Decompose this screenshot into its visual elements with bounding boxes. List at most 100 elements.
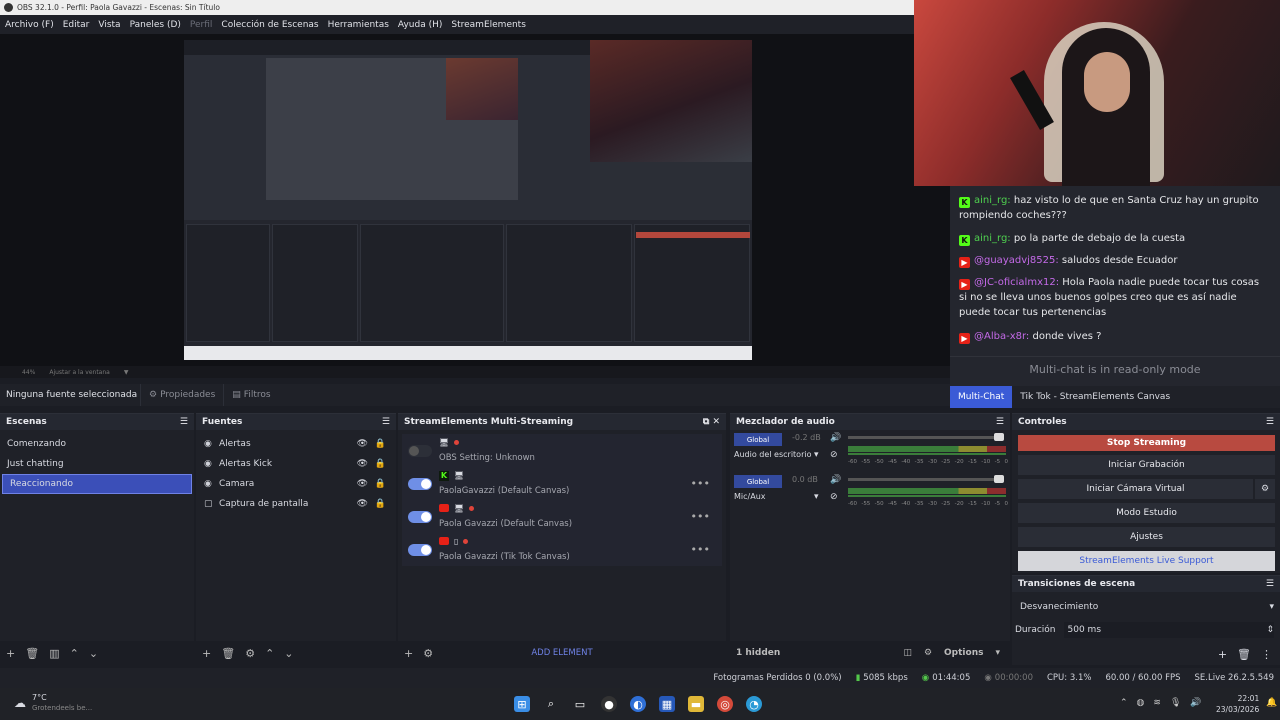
source-item[interactable]: ▢ Captura de pantalla 👁 🔒 bbox=[196, 494, 396, 514]
menu-perfil[interactable]: Perfil bbox=[190, 20, 213, 30]
volume-slider[interactable] bbox=[848, 433, 1004, 441]
chevron-down-icon[interactable]: ▾ bbox=[995, 648, 1000, 658]
add-icon[interactable]: + bbox=[1218, 648, 1227, 661]
task-view-icon[interactable]: ▭ bbox=[572, 696, 588, 712]
volume-icon[interactable]: 🔊 bbox=[1190, 698, 1201, 708]
options-button[interactable]: Options bbox=[944, 648, 983, 658]
chevron-down-icon[interactable]: ▾ bbox=[814, 450, 819, 460]
clock[interactable]: 22:01 23/03/2026 bbox=[1216, 693, 1259, 715]
menu-archivo[interactable]: Archivo (F) bbox=[5, 20, 54, 30]
more-options-icon[interactable]: ⋮ bbox=[1261, 648, 1272, 661]
global-button[interactable]: Global bbox=[734, 475, 782, 488]
add-icon[interactable]: + bbox=[6, 647, 15, 660]
zoom-dropdown-icon[interactable]: ▼ bbox=[124, 369, 129, 376]
more-options-icon[interactable]: ••• bbox=[691, 477, 710, 490]
layout-icon[interactable]: ◫ bbox=[903, 648, 912, 658]
dock-menu-icon[interactable]: ☰ bbox=[180, 417, 188, 427]
filters-button[interactable]: ▤ Filtros bbox=[223, 384, 278, 406]
gear-icon[interactable]: ⚙ bbox=[245, 647, 255, 660]
scene-item[interactable]: Just chatting bbox=[0, 454, 194, 474]
lock-icon[interactable]: 🔒 bbox=[375, 459, 386, 469]
tab-tiktok-canvas[interactable]: Tik Tok - StreamElements Canvas bbox=[1012, 386, 1178, 408]
explorer-icon[interactable]: ▬ bbox=[688, 696, 704, 712]
menu-vista[interactable]: Vista bbox=[98, 20, 120, 30]
dock-menu-icon[interactable]: ☰ bbox=[382, 417, 390, 427]
eye-icon[interactable]: 👁 bbox=[357, 439, 368, 449]
network-icon[interactable]: ◍ bbox=[1137, 698, 1145, 708]
lock-icon[interactable]: 🔒 bbox=[375, 439, 386, 449]
zoom-fit[interactable]: Ajustar a la ventana bbox=[49, 369, 110, 376]
gear-icon[interactable]: ⚙ bbox=[924, 648, 932, 658]
add-icon[interactable]: + bbox=[202, 647, 211, 660]
settings-button[interactable]: Ajustes bbox=[1018, 527, 1275, 547]
chevron-down-icon[interactable]: ▾ bbox=[814, 492, 819, 502]
more-options-icon[interactable]: ••• bbox=[691, 543, 710, 556]
studio-mode-button[interactable]: Modo Estudio bbox=[1018, 503, 1275, 523]
menu-editar[interactable]: Editar bbox=[63, 20, 90, 30]
trash-icon[interactable]: 🗑 bbox=[221, 647, 235, 660]
down-arrow-icon[interactable]: ⌄ bbox=[284, 647, 293, 660]
speaker-icon[interactable]: 🔊 bbox=[830, 433, 841, 443]
store-icon[interactable]: ▦ bbox=[659, 696, 675, 712]
chrome-icon[interactable]: ◎ bbox=[717, 696, 733, 712]
gear-icon[interactable]: ⚙ bbox=[1255, 479, 1275, 499]
eye-icon[interactable]: 👁 bbox=[357, 479, 368, 489]
scene-item[interactable]: Comenzando bbox=[0, 434, 194, 454]
source-item[interactable]: ◉ Camara 👁 🔒 bbox=[196, 474, 396, 494]
trash-icon[interactable]: 🗑 bbox=[1237, 648, 1251, 661]
dock-close-icon[interactable]: ⧉ ✕ bbox=[703, 417, 720, 427]
se-live-support-button[interactable]: StreamElements Live Support bbox=[1018, 551, 1275, 571]
menu-herramientas[interactable]: Herramientas bbox=[328, 20, 389, 30]
add-element-button[interactable]: ADD ELEMENT bbox=[398, 648, 726, 658]
down-arrow-icon[interactable]: ⌄ bbox=[89, 647, 98, 660]
stream-toggle[interactable] bbox=[408, 543, 432, 556]
filter-icon[interactable]: ▥ bbox=[49, 647, 59, 660]
tab-multi-chat[interactable]: Multi-Chat bbox=[950, 386, 1013, 408]
start-virtual-camera-button[interactable]: Iniciar Cámara Virtual bbox=[1018, 479, 1253, 499]
start-recording-button[interactable]: Iniciar Grabación bbox=[1018, 455, 1275, 475]
search-icon[interactable]: ⌕ bbox=[543, 696, 559, 712]
browser-icon[interactable]: ◔ bbox=[746, 696, 762, 712]
more-options-icon[interactable]: ••• bbox=[691, 510, 710, 523]
stream-toggle[interactable] bbox=[408, 444, 432, 457]
stream-toggle[interactable] bbox=[408, 477, 432, 490]
speaker-icon[interactable]: 🔊 bbox=[830, 475, 841, 485]
volume-slider[interactable] bbox=[848, 475, 1004, 483]
scene-item-selected[interactable]: Reaccionando bbox=[2, 474, 192, 494]
lock-icon[interactable]: 🔒 bbox=[375, 499, 386, 509]
notification-icon[interactable]: 🔔 bbox=[1266, 698, 1277, 708]
eye-icon[interactable]: 👁 bbox=[357, 459, 368, 469]
trash-icon[interactable]: 🗑 bbox=[25, 647, 39, 660]
menu-paneles[interactable]: Paneles (D) bbox=[130, 20, 181, 30]
mute-icon[interactable]: ⊘ bbox=[830, 450, 838, 460]
duration-input[interactable]: 500 ms ⇕ bbox=[1063, 622, 1274, 638]
edge-icon[interactable]: ◐ bbox=[630, 696, 646, 712]
source-item[interactable]: ◉ Alertas 👁 🔒 bbox=[196, 434, 396, 454]
transition-select[interactable]: Desvanecimiento ▾ bbox=[1016, 598, 1274, 616]
global-button[interactable]: Global bbox=[734, 433, 782, 446]
up-arrow-icon[interactable]: ⌃ bbox=[70, 647, 79, 660]
menu-coleccion-escenas[interactable]: Colección de Escenas bbox=[221, 20, 318, 30]
zoom-level[interactable]: 44% bbox=[22, 369, 35, 376]
mute-icon[interactable]: ⊘ bbox=[830, 492, 838, 502]
obs-taskbar-icon[interactable]: ● bbox=[601, 696, 617, 712]
dock-menu-icon[interactable]: ☰ bbox=[996, 417, 1004, 427]
lock-icon[interactable]: 🔒 bbox=[375, 479, 386, 489]
source-item[interactable]: ◉ Alertas Kick 👁 🔒 bbox=[196, 454, 396, 474]
wifi-icon[interactable]: ≋ bbox=[1153, 698, 1161, 708]
chevron-up-icon[interactable]: ⌃ bbox=[1120, 698, 1128, 708]
stop-streaming-button[interactable]: Stop Streaming bbox=[1018, 435, 1275, 451]
stream-toggle[interactable] bbox=[408, 510, 432, 523]
menu-ayuda[interactable]: Ayuda (H) bbox=[398, 20, 442, 30]
mic-icon[interactable]: 🎙 bbox=[1170, 698, 1181, 708]
eye-icon[interactable]: 👁 bbox=[357, 499, 368, 509]
hidden-count[interactable]: 1 hidden bbox=[736, 648, 780, 658]
dock-menu-icon[interactable]: ☰ bbox=[1266, 579, 1274, 589]
menu-streamelements[interactable]: StreamElements bbox=[451, 20, 526, 30]
windows-start-icon[interactable]: ⊞ bbox=[514, 696, 530, 712]
weather-widget[interactable]: ☁ 7°C Grotendeels be... bbox=[14, 693, 92, 713]
properties-button[interactable]: ⚙ Propiedades bbox=[140, 384, 223, 406]
stepper-icon[interactable]: ⇕ bbox=[1266, 625, 1274, 635]
up-arrow-icon[interactable]: ⌃ bbox=[265, 647, 274, 660]
dock-menu-icon[interactable]: ☰ bbox=[1266, 417, 1274, 427]
